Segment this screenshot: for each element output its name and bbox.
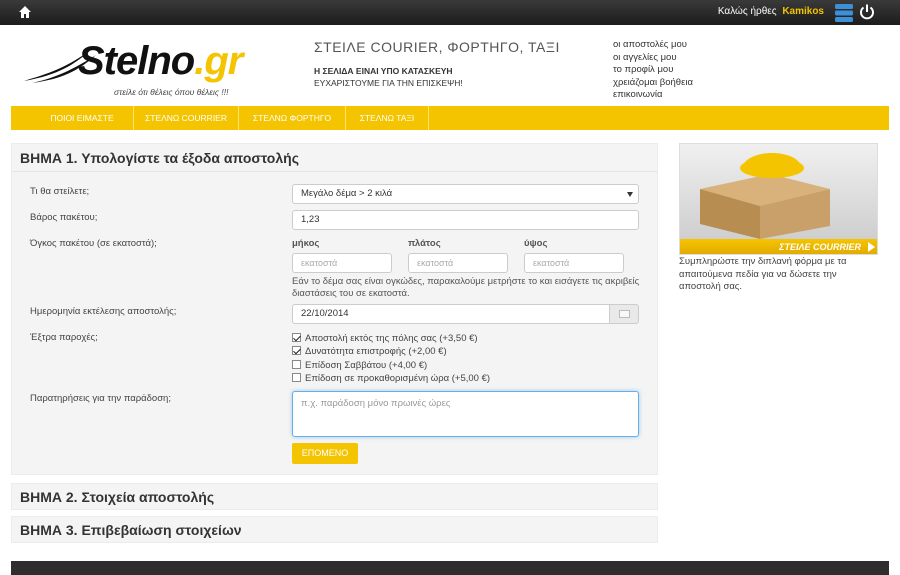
extra-return[interactable]: Δυνατότητα επιστροφής (+2,00 €) [292,346,447,357]
thanks-notice: ΕΥΧΑΡΙΣΤΟΥΜΕ ΓΙΑ ΤΗΝ ΕΠΙΣΚΕΨΗ! [314,78,463,88]
date-label: Ημερομηνία εκτέλεσης αποστολής; [30,306,177,317]
dimensions-hint: Εάν το δέμα σας είναι ογκώδες, παρακαλού… [292,276,640,299]
username[interactable]: Kamikos [782,6,824,17]
calendar-button[interactable] [609,304,639,324]
step3-panel[interactable]: ΒΗΜΑ 3. Επιβεβαίωση στοιχείων [11,516,658,543]
checkbox-checked[interactable] [292,333,301,342]
courier-promo-banner[interactable]: ΣΤΕΙΛΕ COURRIER [679,143,878,255]
main-nav: ΠΟΙΟΙ ΕΙΜΑΣΤΕ ΣΤΕΛΝΩ COURRIER ΣΤΕΛΝΩ ΦΟΡ… [11,106,889,130]
site-header: Stelno.gr στείλε ότι θέλεις όπου θέλεις … [0,25,900,103]
height-input[interactable]: εκατοστά [524,253,624,273]
package-image [700,153,830,239]
calendar-icon [619,310,630,318]
promo-banner-label[interactable]: ΣΤΕΙΛΕ COURRIER [680,239,877,254]
step2-title[interactable]: ΒΗΜΑ 2. Στοιχεία αποστολής [12,484,657,511]
user-menu-help[interactable]: χρειάζομαι βοήθεια [613,77,693,90]
user-menu-shipments[interactable]: οι αποστολές μου [613,39,693,52]
checkbox-checked[interactable] [292,346,301,355]
nav-courier[interactable]: ΣΤΕΛΝΩ COURRIER [134,106,239,130]
extra-saturday[interactable]: Επίδοση Σαββάτου (+4,00 €) [292,360,427,371]
database-icon[interactable] [833,2,855,24]
welcome-prefix: Καλώς ήρθες [717,6,777,17]
welcome-message: Καλώς ήρθες Kamikos [718,6,824,17]
package-type-value: Μεγάλο δέμα > 2 κιλά [301,188,393,199]
step3-title[interactable]: ΒΗΜΑ 3. Επιβεβαίωση στοιχείων [12,517,657,544]
weight-input[interactable]: 1,23 [292,210,639,230]
arrow-right-icon [868,242,875,252]
extra-out-of-city[interactable]: Αποστολή εκτός της πόλης σας (+3,50 €) [292,333,478,344]
next-button[interactable]: ΕΠΟΜΕΝΟ [292,443,358,464]
what-label: Τι θα στείλετε; [30,186,90,197]
package-type-select[interactable]: Μεγάλο δέμα > 2 κιλά [292,184,639,204]
power-icon[interactable] [858,3,876,21]
height-label: ύψος [524,238,548,249]
step1-title[interactable]: ΒΗΜΑ 1. Υπολογίστε τα έξοδα αποστολής [12,144,657,172]
sidebar-text: Συμπληρώστε την διπλανή φόρμα με τα απαι… [679,256,847,292]
user-menu-profile[interactable]: το προφίλ μου [613,64,693,77]
checkbox-unchecked[interactable] [292,373,301,382]
nav-truck[interactable]: ΣΤΕΛΝΩ ΦΟΡΤΗΓΟ [239,106,346,130]
notes-textarea[interactable]: π.χ. παράδοση μόνο πρωινές ώρες [292,391,639,437]
logo-wordmark: Stelno.gr [78,39,243,83]
width-label: πλάτος [408,238,441,249]
extras-label: Έξτρα παροχές; [30,332,98,343]
logo-tagline: στείλε ότι θέλεις όπου θέλεις !!! [114,87,229,97]
length-label: μήκος [292,238,320,249]
construction-notice: Η ΣΕΛΙΔΑ ΕΙΝΑΙ ΥΠΟ ΚΑΤΑΣΚΕΥΗ [314,66,453,76]
user-menu-contact[interactable]: επικοινωνία [613,89,693,102]
checkbox-unchecked[interactable] [292,360,301,369]
user-menu: οι αποστολές μου οι αγγελίες μου το προφ… [613,39,693,102]
top-bar: Καλώς ήρθες Kamikos [0,0,900,25]
step2-panel[interactable]: ΒΗΜΑ 2. Στοιχεία αποστολής [11,483,658,510]
footer-bar [11,561,889,575]
site-logo[interactable]: Stelno.gr στείλε ότι θέλεις όπου θέλεις … [22,39,294,99]
home-icon[interactable] [18,5,32,19]
date-input[interactable]: 22/10/2014 [292,304,610,324]
width-input[interactable]: εκατοστά [408,253,508,273]
nav-taxi[interactable]: ΣΤΕΛΝΩ ΤΑΞΙ [346,106,429,130]
length-input[interactable]: εκατοστά [292,253,392,273]
extra-fixed-time[interactable]: Επίδοση σε προκαθορισμένη ώρα (+5,00 €) [292,373,490,384]
nav-about[interactable]: ΠΟΙΟΙ ΕΙΜΑΣΤΕ [31,106,134,130]
weight-label: Βάρος πακέτου; [30,212,98,223]
chevron-down-icon [627,192,633,197]
header-title: ΣΤΕΙΛΕ COURIER, ΦΟΡΤΗΓΟ, ΤΑΞΙ [314,39,560,55]
notes-label: Παρατηρήσεις για την παράδοση; [30,393,171,404]
volume-label: Όγκος πακέτου (σε εκατοστά); [30,238,157,249]
user-menu-ads[interactable]: οι αγγελίες μου [613,52,693,65]
